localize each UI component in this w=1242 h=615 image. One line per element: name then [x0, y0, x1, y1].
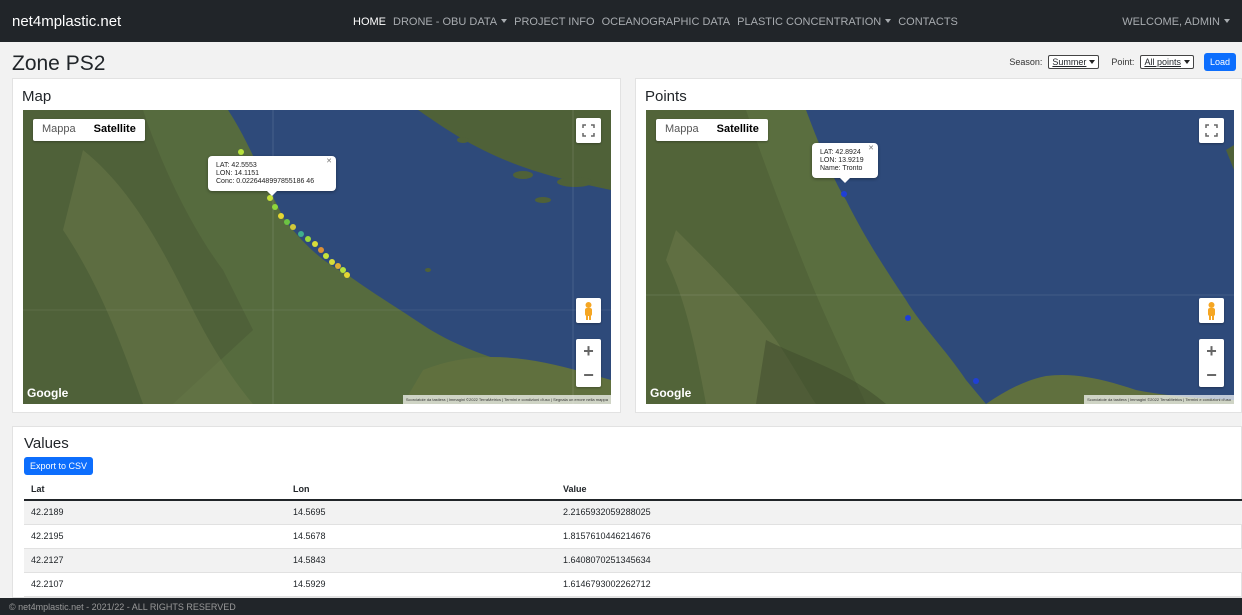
- maptype-road-button[interactable]: Mappa: [656, 119, 708, 141]
- pegman-icon: [1208, 302, 1215, 320]
- chevron-down-icon: [1183, 60, 1190, 64]
- nav-oceanographic-data[interactable]: OCEANOGRAPHIC DATA: [602, 16, 731, 28]
- season-select[interactable]: Summer: [1048, 55, 1100, 69]
- map-card: Map Mappa Satellite + − Google Scorciato…: [12, 78, 621, 413]
- maptype-satellite-button[interactable]: Satellite: [708, 119, 768, 141]
- fullscreen-button[interactable]: [1199, 118, 1224, 143]
- map-attribution[interactable]: Scorciatoie da tastiera | Immagini ©2022…: [1084, 395, 1234, 404]
- cell-value: 1.8157610446214676: [556, 524, 1242, 549]
- marker-info-window: ✕ LAT: 42.5553 LON: 14.1151 Conc: 0.0226…: [208, 156, 336, 196]
- map-card-title: Map: [22, 88, 52, 105]
- values-title: Values: [24, 435, 69, 452]
- cell-lat: 42.2127: [24, 548, 286, 573]
- google-logo: Google: [27, 386, 69, 400]
- zoom-out-button[interactable]: −: [576, 363, 601, 387]
- values-table: Lat Lon Value 42.2189 14.5695 2.21659320…: [24, 478, 1242, 597]
- table-header-row: Lat Lon Value: [24, 478, 1242, 501]
- chevron-down-icon: [1224, 19, 1230, 23]
- zoom-control: + −: [576, 339, 601, 387]
- info-name: Name: Tronto: [820, 165, 863, 172]
- fullscreen-button[interactable]: [576, 118, 601, 143]
- cell-lon: 14.5843: [286, 548, 556, 573]
- point-info-window: ✕ LAT: 42.8924 LON: 13.9219 Name: Tronto: [812, 143, 878, 183]
- info-lon: LON: 14.1151: [216, 170, 260, 177]
- column-header-lon[interactable]: Lon: [286, 478, 556, 501]
- cell-value: 2.2165932059288025: [556, 500, 1242, 525]
- fullscreen-icon: [1205, 124, 1218, 137]
- zoom-out-button[interactable]: −: [1199, 363, 1224, 387]
- nav-drone-obu-data[interactable]: DRONE - OBU DATA: [393, 16, 508, 28]
- map-type-control[interactable]: Mappa Satellite: [656, 119, 768, 141]
- pegman-icon: [585, 302, 592, 320]
- info-lat: LAT: 42.8924: [820, 149, 861, 156]
- street-view-button[interactable]: [1199, 298, 1224, 323]
- street-view-button[interactable]: [576, 298, 601, 323]
- cell-value: 1.6408070251345634: [556, 548, 1242, 573]
- load-button[interactable]: Load: [1203, 53, 1236, 71]
- values-card: Values Export to CSV Lat Lon Value 42.21…: [12, 426, 1242, 598]
- cell-lon: 14.5695: [286, 500, 556, 525]
- close-icon[interactable]: ✕: [868, 145, 874, 153]
- point-select[interactable]: All points: [1140, 55, 1194, 69]
- info-window-pointer: [840, 178, 850, 183]
- cell-lat: 42.2189: [24, 500, 286, 525]
- nav-project-info[interactable]: PROJECT INFO: [514, 16, 594, 28]
- zoom-in-button[interactable]: +: [576, 339, 601, 363]
- concentration-map[interactable]: Mappa Satellite + − Google Scorciatoie d…: [23, 110, 611, 404]
- table-row: 42.2107 14.5929 1.6146793002262712: [24, 572, 1242, 597]
- info-lon: LON: 13.9219: [820, 157, 864, 164]
- table-row: 42.2189 14.5695 2.2165932059288025: [24, 500, 1242, 525]
- close-icon[interactable]: ✕: [326, 158, 332, 166]
- filter-controls: Season: Summer Point: All points Load: [1009, 53, 1236, 71]
- season-label: Season:: [1009, 57, 1043, 67]
- chevron-down-icon: [885, 19, 892, 23]
- point-label: Point:: [1111, 57, 1135, 67]
- maptype-satellite-button[interactable]: Satellite: [85, 119, 145, 141]
- main-nav: HOME DRONE - OBU DATA PROJECT INFO OCEAN…: [353, 16, 958, 28]
- cell-lat: 42.2195: [24, 524, 286, 549]
- cell-lat: 42.2107: [24, 572, 286, 597]
- brand-link[interactable]: net4mplastic.net: [12, 13, 121, 30]
- info-lat: LAT: 42.5553: [216, 162, 257, 169]
- fullscreen-icon: [582, 124, 595, 137]
- nav-contacts[interactable]: CONTACTS: [898, 16, 958, 28]
- cell-value: 1.6146793002262712: [556, 572, 1242, 597]
- points-card: Points Mappa Satellite + − Google Scorci…: [635, 78, 1242, 413]
- satellite-imagery: [646, 110, 1234, 404]
- cell-lon: 14.5929: [286, 572, 556, 597]
- points-map[interactable]: Mappa Satellite + − Google Scorciatoie d…: [646, 110, 1234, 404]
- chevron-down-icon: [501, 19, 508, 23]
- user-menu[interactable]: WELCOME, ADMIN: [1122, 16, 1230, 28]
- map-attribution[interactable]: Scorciatoie da tastiera | Immagini ©2022…: [402, 395, 611, 404]
- page-title: Zone PS2: [12, 52, 106, 75]
- nav-plastic-concentration[interactable]: PLASTIC CONCENTRATION: [737, 16, 892, 28]
- satellite-imagery: [23, 110, 611, 404]
- points-card-title: Points: [645, 88, 687, 105]
- table-row: 42.2127 14.5843 1.6408070251345634: [24, 548, 1242, 573]
- export-csv-button[interactable]: Export to CSV: [24, 457, 94, 475]
- info-window-pointer: [267, 191, 277, 196]
- maptype-road-button[interactable]: Mappa: [33, 119, 85, 141]
- chevron-down-icon: [1089, 60, 1096, 64]
- zoom-in-button[interactable]: +: [1199, 339, 1224, 363]
- column-header-lat[interactable]: Lat: [24, 478, 286, 501]
- navbar: net4mplastic.net HOME DRONE - OBU DATA P…: [0, 0, 1242, 42]
- info-conc: Conc: 0.0226448997855186 46: [216, 178, 315, 185]
- footer: © net4mplastic.net - 2021/22 - ALL RIGHT…: [0, 598, 1242, 615]
- map-type-control[interactable]: Mappa Satellite: [33, 119, 145, 141]
- nav-home[interactable]: HOME: [353, 16, 386, 28]
- google-logo: Google: [650, 386, 692, 400]
- table-row: 42.2195 14.5678 1.8157610446214676: [24, 524, 1242, 549]
- zoom-control: + −: [1199, 339, 1224, 387]
- cell-lon: 14.5678: [286, 524, 556, 549]
- column-header-value[interactable]: Value: [556, 478, 1242, 501]
